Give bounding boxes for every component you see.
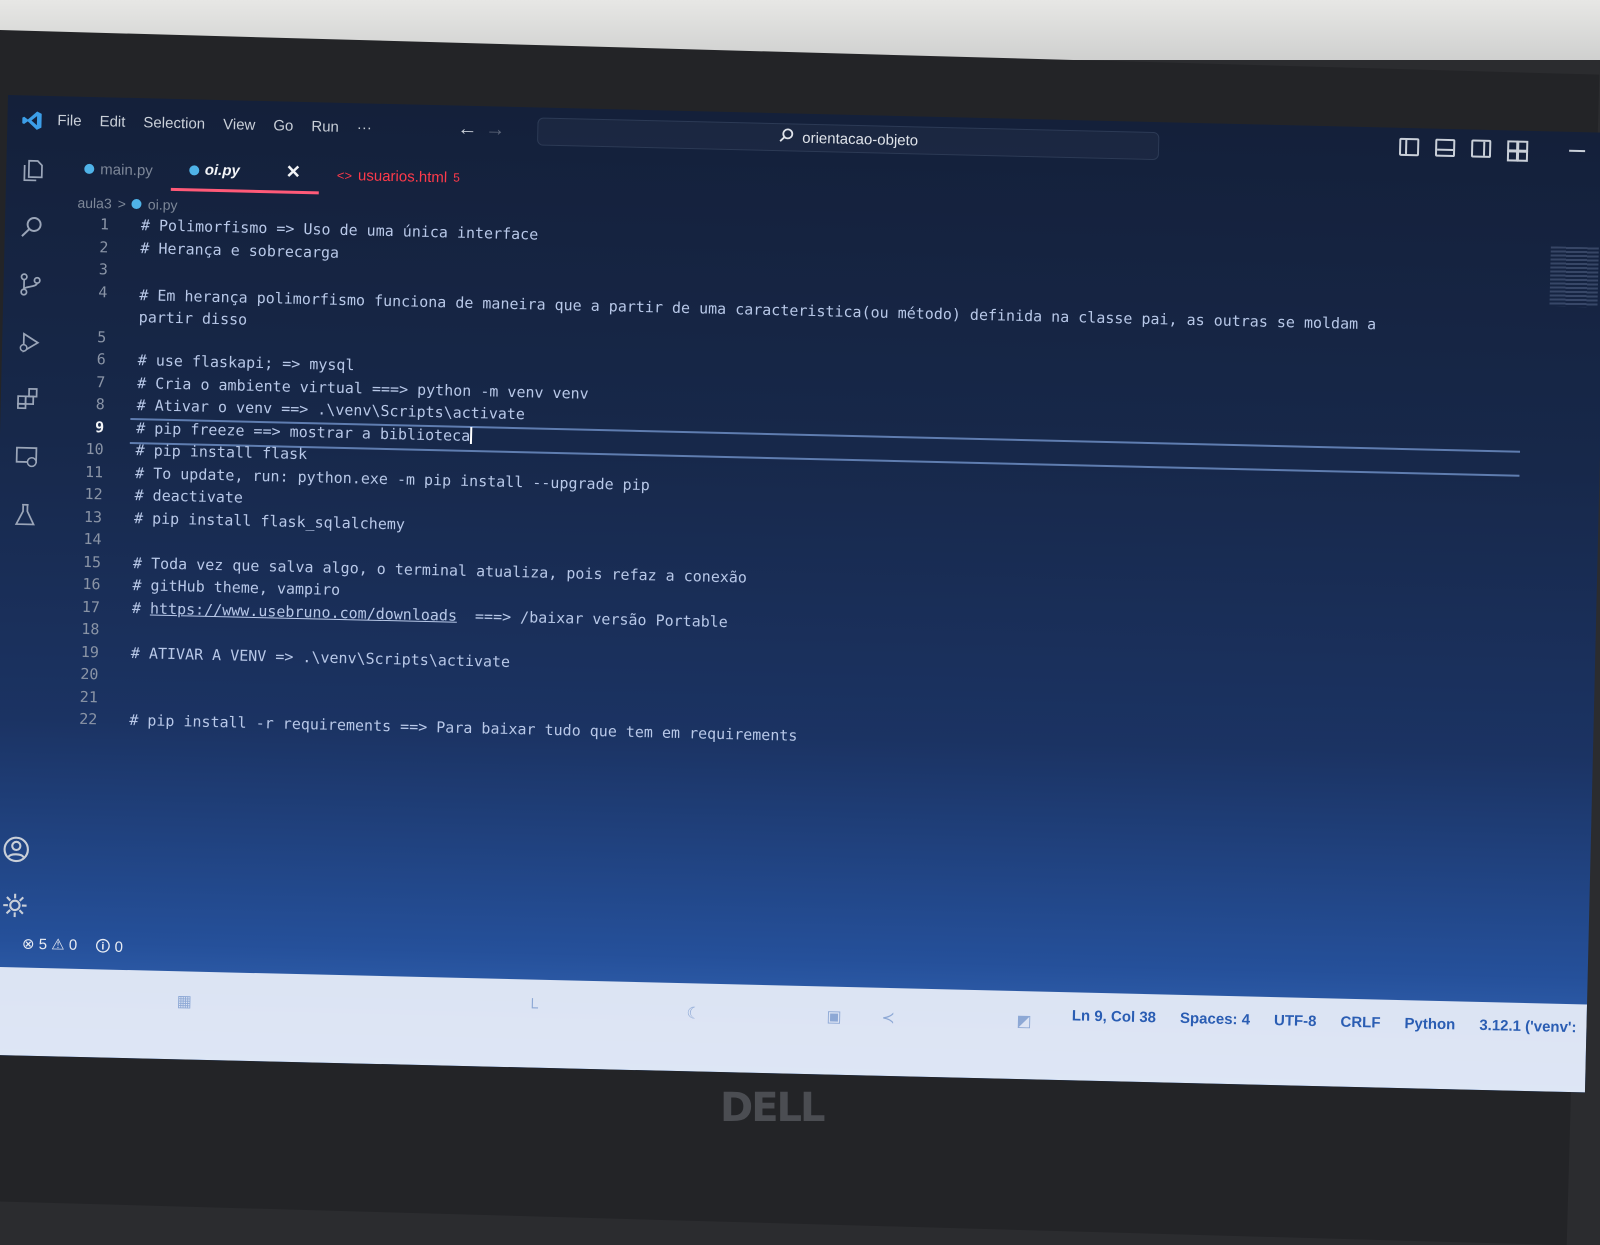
line-number: 4 bbox=[98, 282, 108, 301]
menu-view[interactable]: View bbox=[223, 116, 256, 134]
command-center-search[interactable]: orientacao-objeto bbox=[536, 117, 1160, 161]
dell-logo: DELL bbox=[720, 1085, 826, 1131]
editor-tabs: main.py oi.py ✕ <> usuarios.html 5 bbox=[66, 148, 479, 198]
explorer-icon[interactable] bbox=[20, 157, 47, 184]
line-number: 12 bbox=[84, 484, 103, 504]
tab-label: oi.py bbox=[204, 161, 241, 180]
search-icon bbox=[778, 127, 794, 147]
toggle-panel-icon[interactable] bbox=[1434, 138, 1456, 158]
indentation[interactable]: Spaces: 4 bbox=[1180, 1009, 1250, 1028]
python-interpreter[interactable]: 3.12.1 ('venv': bbox=[1479, 1016, 1577, 1035]
menu-file[interactable]: File bbox=[57, 112, 82, 130]
encoding[interactable]: UTF-8 bbox=[1274, 1012, 1317, 1030]
line-number: 13 bbox=[83, 507, 103, 526]
minimap[interactable] bbox=[1549, 246, 1599, 308]
breadcrumb: aula3 > oi.py bbox=[77, 195, 177, 213]
layout-controls bbox=[1398, 137, 1529, 162]
python-file-icon bbox=[131, 198, 143, 210]
back-arrow-icon[interactable]: ← bbox=[457, 118, 478, 141]
code-text: # use flaskapi; => mysql bbox=[138, 351, 355, 374]
line-number: 14 bbox=[83, 529, 102, 549]
code-line-text: # Herança e sobrecarga bbox=[140, 238, 340, 262]
line-ending[interactable]: CRLF bbox=[1340, 1013, 1380, 1031]
text-cursor bbox=[470, 426, 473, 444]
manage-gear-icon[interactable] bbox=[1, 891, 30, 920]
accounts-icon[interactable] bbox=[2, 835, 31, 864]
testing-flask-icon[interactable] bbox=[12, 501, 39, 528]
breadcrumb-file[interactable]: oi.py bbox=[148, 196, 178, 213]
python-file-icon bbox=[188, 164, 199, 176]
run-debug-icon[interactable] bbox=[16, 329, 43, 356]
code-text: # pip install flask bbox=[135, 441, 307, 463]
toggle-primary-sidebar-icon[interactable] bbox=[1398, 137, 1420, 157]
line-number: 3 bbox=[98, 260, 109, 279]
forward-arrow-icon[interactable]: → bbox=[485, 118, 506, 141]
line-number: 11 bbox=[84, 462, 104, 481]
vscode-window: File Edit Selection View Go Run ··· ← → … bbox=[0, 95, 1600, 1093]
line-number: 2 bbox=[99, 237, 109, 256]
line-number: 15 bbox=[82, 552, 102, 571]
line-number: 17 bbox=[81, 597, 101, 616]
problems-status[interactable]: ⊗ 5 ⚠ 0 bbox=[22, 934, 78, 960]
line-number: 16 bbox=[82, 574, 101, 594]
menu-go[interactable]: Go bbox=[273, 117, 293, 134]
activity-bar bbox=[0, 145, 63, 906]
line-number: 6 bbox=[96, 350, 107, 369]
tab-main-py[interactable]: main.py bbox=[66, 150, 171, 188]
menu-edit[interactable]: Edit bbox=[99, 113, 125, 131]
menu-run[interactable]: Run bbox=[311, 118, 339, 136]
code-line-text: # use flaskapi; => mysql bbox=[137, 351, 355, 375]
line-number: 9 bbox=[94, 417, 105, 436]
close-tab-icon[interactable]: ✕ bbox=[286, 162, 302, 183]
remote-explorer-icon[interactable] bbox=[13, 443, 40, 470]
tab-label: main.py bbox=[100, 160, 153, 179]
line-number: 21 bbox=[79, 687, 99, 706]
menu-more[interactable]: ··· bbox=[357, 119, 372, 136]
error-count: ⊗ 5 bbox=[21, 935, 48, 953]
extensions-icon[interactable] bbox=[15, 385, 42, 412]
breadcrumb-folder[interactable]: aula3 bbox=[77, 195, 112, 212]
code-text: # gitHub theme, vampiro bbox=[132, 576, 340, 599]
html-file-icon: <> bbox=[336, 167, 353, 183]
problems-badge: 5 bbox=[453, 170, 461, 185]
code-text: # deactivate bbox=[134, 486, 243, 507]
code-line-text: # deactivate bbox=[134, 486, 244, 507]
ports-status[interactable]: 🛈 0 bbox=[95, 936, 123, 962]
cursor-position[interactable]: Ln 9, Col 38 bbox=[1072, 1007, 1157, 1026]
search-sidebar-icon[interactable] bbox=[19, 213, 46, 240]
search-label: orientacao-objeto bbox=[802, 129, 919, 149]
line-number: 20 bbox=[80, 664, 99, 684]
tab-label: usuarios.html bbox=[357, 166, 448, 186]
warning-count: ⚠ 0 bbox=[51, 935, 78, 954]
code-text: # Herança e sobrecarga bbox=[140, 239, 339, 262]
toggle-secondary-sidebar-icon[interactable] bbox=[1470, 139, 1492, 158]
line-number: 19 bbox=[80, 642, 100, 661]
line-number: 7 bbox=[96, 372, 106, 391]
vscode-logo-icon bbox=[21, 109, 44, 132]
line-number: 5 bbox=[97, 327, 107, 346]
breadcrumb-separator: > bbox=[117, 195, 127, 212]
menu-bar: File Edit Selection View Go Run ··· bbox=[57, 112, 372, 136]
code-line-text: # gitHub theme, vampiro bbox=[132, 576, 341, 599]
minimize-button[interactable] bbox=[1569, 149, 1586, 153]
menu-selection[interactable]: Selection bbox=[143, 114, 205, 132]
language-mode[interactable]: Python bbox=[1404, 1015, 1455, 1033]
python-file-icon bbox=[84, 163, 95, 175]
customize-layout-icon[interactable] bbox=[1506, 140, 1529, 162]
code-editor[interactable]: 1 # Polimorfismo => Uso de uma única inte… bbox=[53, 214, 1545, 766]
tab-oi-py[interactable]: oi.py ✕ bbox=[170, 151, 320, 194]
line-number: 22 bbox=[79, 709, 98, 729]
source-control-icon[interactable] bbox=[17, 271, 44, 298]
line-number: 8 bbox=[95, 395, 105, 414]
line-number: 1 bbox=[99, 215, 110, 234]
code-line-text: # pip install flask bbox=[135, 441, 308, 464]
comment-prefix: # bbox=[131, 598, 151, 617]
tab-usuarios-html[interactable]: <> usuarios.html 5 bbox=[318, 156, 478, 196]
line-number: 18 bbox=[81, 619, 100, 639]
code-line-text-wrapped: partir disso bbox=[138, 308, 248, 329]
line-number: 10 bbox=[85, 439, 104, 459]
